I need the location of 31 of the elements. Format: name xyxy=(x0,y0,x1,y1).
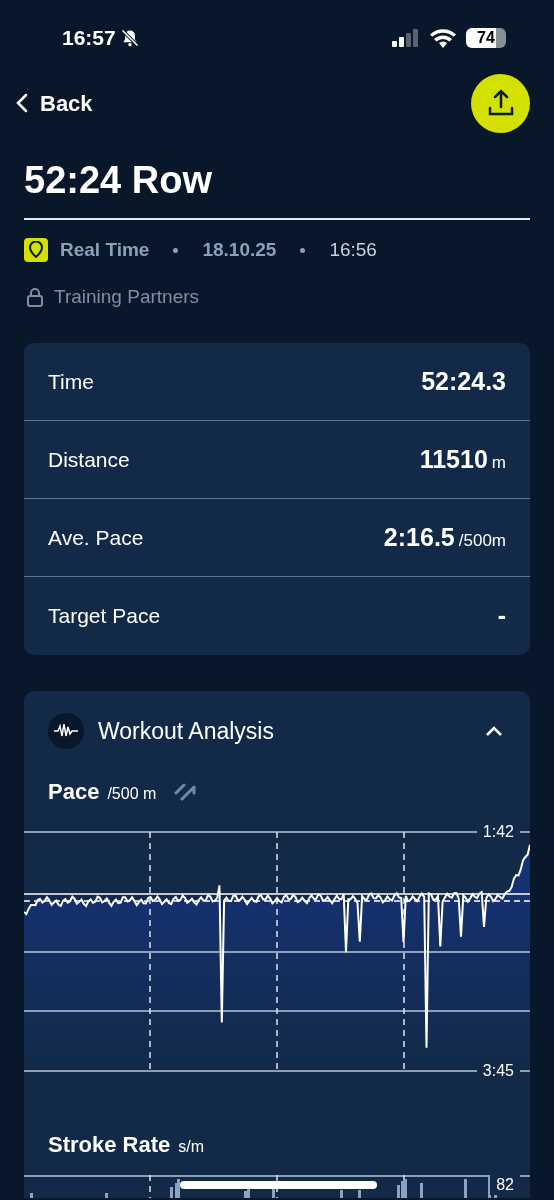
stat-label: Time xyxy=(48,368,94,395)
workout-time: 16:56 xyxy=(329,238,377,262)
axis-label: 82 xyxy=(490,1175,520,1195)
workout-type: Real Time xyxy=(60,238,150,262)
battery-icon: 74 xyxy=(466,28,506,48)
stat-unit: /500m xyxy=(458,529,506,552)
chart-title: Pace xyxy=(48,778,100,806)
signal-icon xyxy=(392,29,420,47)
stat-unit: m xyxy=(491,451,506,474)
bell-off-icon xyxy=(119,28,140,48)
chart-unit: s/m xyxy=(178,1137,205,1157)
chart-unit: /500 m xyxy=(107,784,157,804)
status-time: 16:57 xyxy=(62,25,116,52)
lock-icon xyxy=(26,286,44,307)
wifi-icon xyxy=(430,28,456,48)
stat-value: 2:16.5 xyxy=(383,521,455,553)
stat-value: - xyxy=(497,600,506,632)
privacy-label: Training Partners xyxy=(54,284,200,309)
stat-label: Ave. Pace xyxy=(48,524,144,551)
section-title: Workout Analysis xyxy=(98,716,275,746)
stat-value: 11510 xyxy=(419,443,488,475)
chevron-left-icon xyxy=(16,93,28,113)
location-pin-icon xyxy=(24,238,48,263)
back-button[interactable]: Back xyxy=(16,86,93,120)
chart-title: Stroke Rate xyxy=(48,1131,171,1159)
stat-value: 52:24.3 xyxy=(421,365,506,397)
stat-label: Distance xyxy=(48,446,130,473)
stat-label: Target Pace xyxy=(48,603,161,630)
page-title: 52:24 Row xyxy=(24,158,213,203)
workout-date: 18.10.25 xyxy=(202,238,277,262)
waveform-icon xyxy=(48,713,84,749)
